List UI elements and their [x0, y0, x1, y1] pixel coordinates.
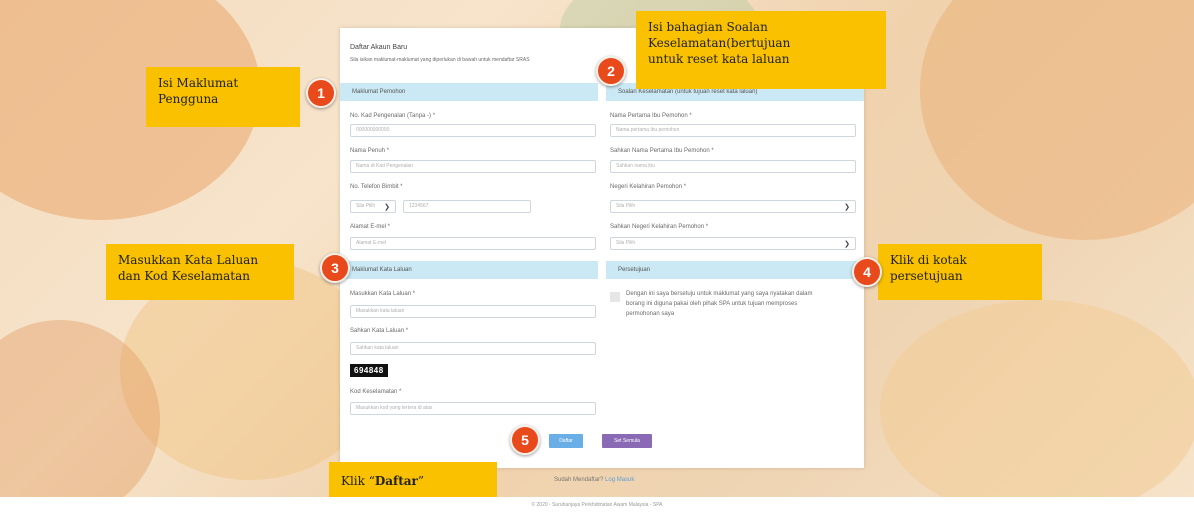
captcha-image: 694848	[350, 364, 388, 377]
callout-2-line-2: Keselamatan(bertujuan	[648, 36, 791, 50]
chevron-down-icon: ❯	[384, 204, 390, 211]
registration-form: Daftar Akaun Baru Sila isikan maklumat-m…	[340, 28, 864, 483]
ic-label: No. Kad Pengenalan (Tanpa -) *	[350, 113, 436, 119]
mother-name-label: Nama Pertama Ibu Pemohon *	[610, 113, 692, 119]
full-name-label: Nama Penuh *	[350, 148, 390, 154]
consent-text-line-1: Dengan ini saya bersetuju untuk maklumat…	[626, 291, 813, 297]
section-password-info: Maklumat Kata Laluan	[340, 261, 598, 279]
form-subtitle: Sila isikan maklumat-maklumat yang diper…	[350, 57, 530, 63]
callout-fill-user-info: Isi Maklumat Pengguna	[146, 67, 300, 127]
callout-2-line-1: Isi bahagian Soalan	[648, 20, 768, 34]
callout-2-line-3: untuk reset kata laluan	[648, 52, 790, 66]
phone-prefix-value: Sila Pilih	[356, 203, 376, 209]
callout-1-line-1: Isi Maklumat	[158, 76, 239, 90]
full-name-input[interactable]: Nama di Kad Pengenalan	[350, 160, 596, 173]
already-registered-text: Sudah Mendaftar? Log Masuk	[554, 477, 634, 483]
consent-text-line-2: borang ini diguna pakai oleh pihak SPA u…	[626, 301, 798, 307]
step-badge-1: 1	[306, 78, 336, 108]
register-button[interactable]: Daftar	[549, 434, 583, 448]
callout-5-prefix: Klik “	[341, 474, 375, 488]
callout-click-register: Klik “Daftar”	[329, 462, 497, 500]
callout-password-security-code: Masukkan Kata Laluan dan Kod Keselamatan	[106, 244, 294, 300]
page-footer: © 2020 - Suruhanjaya Perkhidmatan Awam M…	[0, 497, 1194, 514]
confirm-password-input[interactable]: Sahkan kata laluan	[350, 342, 596, 355]
ic-number-input[interactable]: 000000000000	[350, 124, 596, 137]
already-registered-label: Sudah Mendaftar?	[554, 477, 604, 483]
step-badge-4: 4	[852, 257, 882, 287]
phone-number-input[interactable]: 1234567	[403, 200, 531, 213]
reset-button[interactable]: Set Semula	[602, 434, 652, 448]
birth-state-select[interactable]: Sila Pilih ❯	[610, 200, 856, 213]
birth-state-label: Negeri Kelahiran Pemohon *	[610, 184, 687, 190]
callout-5-bold: Daftar	[374, 474, 418, 488]
section-applicant-info: Maklumat Pemohon	[340, 83, 598, 101]
chevron-down-icon: ❯	[844, 241, 850, 248]
email-input[interactable]: Alamat E-mel	[350, 237, 596, 250]
callout-3-line-2: dan Kod Keselamatan	[118, 269, 250, 283]
consent-text-line-3: permohonan saya	[626, 311, 675, 317]
callout-4-line-1: Klik di kotak	[890, 253, 967, 267]
confirm-birth-state-value: Sila Pilih	[616, 240, 636, 246]
callout-3-line-1: Masukkan Kata Laluan	[118, 253, 259, 267]
phone-prefix-select[interactable]: Sila Pilih ❯	[350, 200, 396, 213]
phone-label: No. Telefon Bimbit *	[350, 184, 403, 190]
mother-name-input[interactable]: Nama pertama ibu pemohon	[610, 124, 856, 137]
password-input[interactable]: Masukkan kata laluan	[350, 305, 596, 318]
confirm-password-label: Sahkan Kata Laluan *	[350, 328, 409, 334]
callout-security-question: Isi bahagian Soalan Keselamatan(bertujua…	[636, 11, 886, 89]
security-code-label: Kod Keselamatan *	[350, 389, 402, 395]
step-badge-3: 3	[320, 253, 350, 283]
security-code-input[interactable]: Masukkan kod yang tertera di atas	[350, 402, 596, 415]
confirm-mother-name-input[interactable]: Sahkan nama ibu	[610, 160, 856, 173]
confirm-birth-state-select[interactable]: Sila Pilih ❯	[610, 237, 856, 250]
callout-1-line-2: Pengguna	[158, 92, 219, 106]
confirm-birth-state-label: Sahkan Negeri Kelahiran Pemohon *	[610, 224, 709, 230]
email-label: Alamat E-mel *	[350, 224, 391, 230]
birth-state-value: Sila Pilih	[616, 203, 636, 209]
step-badge-2: 2	[596, 56, 626, 86]
form-title: Daftar Akaun Baru	[350, 44, 408, 51]
consent-checkbox[interactable]	[610, 292, 620, 302]
confirm-mother-name-label: Sahkan Nama Pertama Ibu Pemohon *	[610, 148, 714, 154]
callout-consent-checkbox: Klik di kotak persetujuan	[878, 244, 1042, 300]
section-consent: Persetujuan	[606, 261, 864, 279]
callout-5-suffix: ”	[417, 474, 424, 488]
chevron-down-icon: ❯	[844, 204, 850, 211]
step-badge-5: 5	[510, 425, 540, 455]
password-label: Masukkan Kata Laluan *	[350, 291, 416, 297]
login-link[interactable]: Log Masuk	[605, 477, 634, 483]
callout-4-line-2: persetujuan	[890, 269, 963, 283]
